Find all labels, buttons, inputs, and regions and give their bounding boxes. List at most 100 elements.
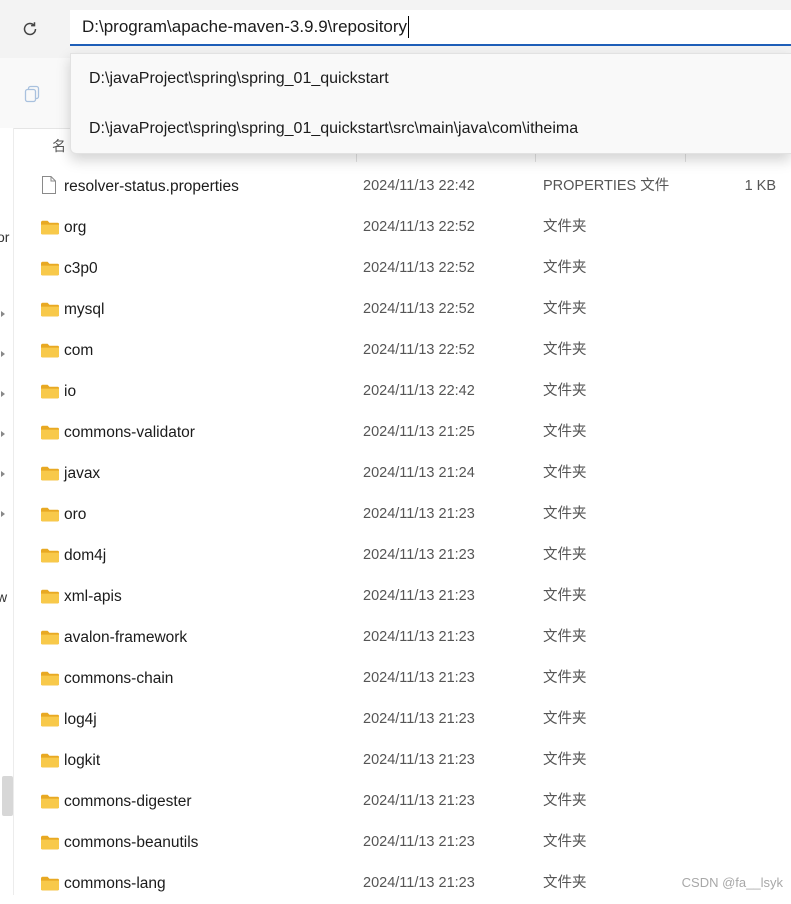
file-name: org [64,219,87,236]
modified-date: 2024/11/13 21:23 [363,506,475,522]
folder-icon [40,383,60,404]
table-row[interactable]: com 2024/11/13 22:52 文件夹 [13,330,791,371]
nav-pane-label-fragment[interactable]: w [0,589,7,605]
file-type: 文件夹 [543,383,587,399]
modified-date: 2024/11/13 22:52 [363,301,475,317]
table-row[interactable]: resolver-status.properties 2024/11/13 22:… [13,166,791,207]
file-type: 文件夹 [543,506,587,522]
nav-pane-label-fragment[interactable]: or [0,229,9,245]
folder-icon [40,793,60,814]
modified-date: 2024/11/13 22:42 [363,178,475,194]
file-name: commons-digester [64,793,192,810]
file-name: commons-chain [64,670,174,687]
table-row[interactable]: commons-validator 2024/11/13 21:25 文件夹 [13,412,791,453]
folder-icon [40,219,60,240]
modified-date: 2024/11/13 21:23 [363,752,475,768]
table-row[interactable]: mysql 2024/11/13 22:52 文件夹 [13,289,791,330]
file-icon [41,175,57,200]
table-row[interactable]: xml-apis 2024/11/13 21:23 文件夹 [13,576,791,617]
file-name: dom4j [64,547,107,564]
folder-icon [40,875,60,896]
file-type: 文件夹 [543,834,587,850]
file-name: avalon-framework [64,629,188,646]
file-type: 文件夹 [543,629,587,645]
refresh-button[interactable] [18,17,42,41]
folder-icon [40,342,60,363]
chevron-right-icon[interactable] [0,510,8,518]
modified-date: 2024/11/13 21:23 [363,834,475,850]
file-type: 文件夹 [543,793,587,809]
file-name: commons-lang [64,875,166,892]
file-type: 文件夹 [543,875,587,891]
file-name: mysql [64,301,105,318]
modified-date: 2024/11/13 21:23 [363,875,475,891]
file-name: resolver-status.properties [64,178,239,195]
modified-date: 2024/11/13 22:52 [363,219,475,235]
modified-date: 2024/11/13 21:23 [363,588,475,604]
file-name: io [64,383,77,400]
table-row[interactable]: log4j 2024/11/13 21:23 文件夹 [13,699,791,740]
chevron-right-icon[interactable] [0,350,8,358]
suggestion-item[interactable]: D:\javaProject\spring\spring_01_quicksta… [89,59,389,99]
address-bar-input[interactable]: D:\program\apache-maven-3.9.9\repository [70,10,791,46]
file-type: 文件夹 [543,711,587,727]
navigation-pane: or w [0,128,14,895]
modified-date: 2024/11/13 21:23 [363,670,475,686]
file-name: xml-apis [64,588,122,605]
table-row[interactable]: commons-digester 2024/11/13 21:23 文件夹 [13,781,791,822]
address-bar-text: D:\program\apache-maven-3.9.9\repository [82,17,408,36]
folder-icon [40,260,60,281]
file-name: com [64,342,94,359]
file-type: 文件夹 [543,752,587,768]
file-type: PROPERTIES 文件 [543,178,670,194]
suggestion-item[interactable]: D:\javaProject\spring\spring_01_quicksta… [89,109,578,149]
file-name: c3p0 [64,260,98,277]
file-name: logkit [64,752,101,769]
folder-icon [40,629,60,650]
file-type: 文件夹 [543,588,587,604]
file-name: commons-beanutils [64,834,199,851]
file-type: 文件夹 [543,342,587,358]
modified-date: 2024/11/13 21:25 [363,424,475,440]
table-row[interactable]: c3p0 2024/11/13 22:52 文件夹 [13,248,791,289]
file-type: 文件夹 [543,219,587,235]
file-type: 文件夹 [543,670,587,686]
chevron-right-icon[interactable] [0,430,8,438]
file-type: 文件夹 [543,424,587,440]
modified-date: 2024/11/13 21:24 [363,465,475,481]
chevron-right-icon[interactable] [0,390,8,398]
table-row[interactable]: oro 2024/11/13 21:23 文件夹 [13,494,791,535]
modified-date: 2024/11/13 21:23 [363,793,475,809]
address-suggestions-dropdown: D:\javaProject\spring\spring_01_quicksta… [70,53,791,154]
table-row[interactable]: javax 2024/11/13 21:24 文件夹 [13,453,791,494]
table-row[interactable]: commons-lang 2024/11/13 21:23 文件夹 [13,863,791,904]
file-name: log4j [64,711,97,728]
file-type: 文件夹 [543,547,587,563]
chevron-right-icon[interactable] [0,310,8,318]
chevron-right-icon[interactable] [0,470,8,478]
file-type: 文件夹 [543,465,587,481]
file-type: 文件夹 [543,260,587,276]
copy-icon [24,85,40,103]
text-cursor [408,16,410,38]
table-row[interactable]: dom4j 2024/11/13 21:23 文件夹 [13,535,791,576]
modified-date: 2024/11/13 22:52 [363,260,475,276]
table-row[interactable]: avalon-framework 2024/11/13 21:23 文件夹 [13,617,791,658]
table-row[interactable]: org 2024/11/13 22:52 文件夹 [13,207,791,248]
copy-button[interactable] [22,84,42,104]
folder-icon [40,834,60,855]
table-row[interactable]: commons-beanutils 2024/11/13 21:23 文件夹 [13,822,791,863]
table-row[interactable]: logkit 2024/11/13 21:23 文件夹 [13,740,791,781]
folder-icon [40,301,60,322]
column-header-name[interactable]: 名 [52,136,66,156]
file-name: commons-validator [64,424,195,441]
file-size: 1 KB [744,178,776,194]
table-row[interactable]: commons-chain 2024/11/13 21:23 文件夹 [13,658,791,699]
modified-date: 2024/11/13 21:23 [363,547,475,563]
table-row[interactable]: io 2024/11/13 22:42 文件夹 [13,371,791,412]
modified-date: 2024/11/13 21:23 [363,629,475,645]
folder-icon [40,465,60,486]
nav-pane-scrollbar[interactable] [2,776,13,816]
modified-date: 2024/11/13 22:52 [363,342,475,358]
refresh-icon [23,22,37,36]
